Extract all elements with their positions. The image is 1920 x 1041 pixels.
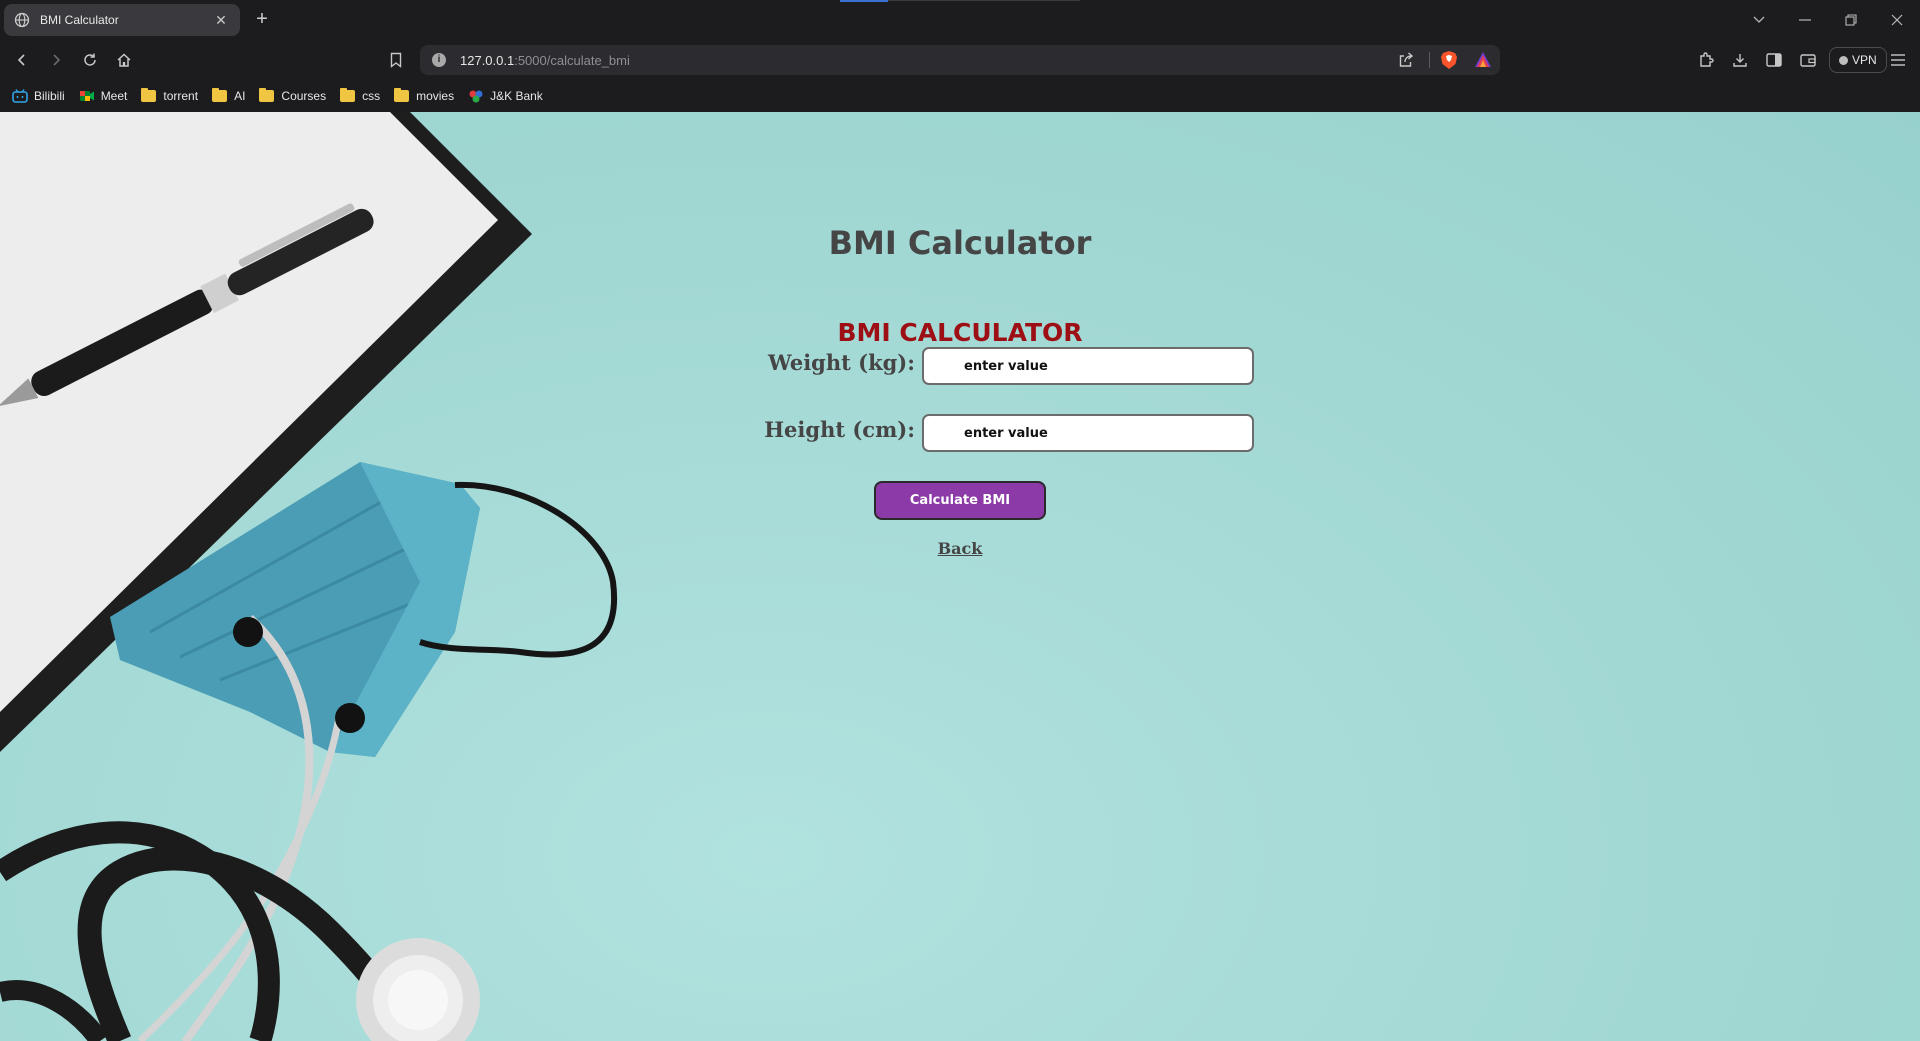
- loading-indicator: [840, 0, 888, 2]
- extensions-icon[interactable]: [1694, 48, 1718, 72]
- height-label: Height (cm):: [764, 417, 915, 442]
- folder-icon: [212, 88, 228, 103]
- height-input[interactable]: [922, 414, 1254, 452]
- bookmark-label: Meet: [100, 89, 128, 103]
- bookmark-folder-movies[interactable]: movies: [394, 88, 455, 103]
- loading-track: [888, 0, 1080, 1]
- sidebar-icon[interactable]: [1762, 48, 1786, 72]
- tab-strip: BMI Calculator ✕ +: [0, 0, 1920, 40]
- bookmark-label: Courses: [281, 89, 327, 103]
- bookmark-label: torrent: [163, 89, 199, 103]
- new-tab-button[interactable]: +: [250, 8, 274, 32]
- folder-icon: [394, 88, 410, 103]
- bookmark-label: css: [362, 89, 381, 103]
- folder-icon: [141, 88, 157, 103]
- calculate-bmi-button[interactable]: Calculate BMI: [874, 481, 1046, 520]
- share-icon[interactable]: [1398, 52, 1414, 68]
- back-link[interactable]: Back: [938, 539, 983, 558]
- jk-bank-icon: [468, 89, 484, 103]
- tab-title: BMI Calculator: [40, 13, 119, 27]
- restore-window-icon[interactable]: [1828, 0, 1874, 40]
- bookmark-label: movies: [416, 89, 455, 103]
- globe-icon: [14, 12, 30, 28]
- bookmark-meet[interactable]: Meet: [79, 89, 128, 103]
- menu-icon[interactable]: [1886, 48, 1910, 72]
- bookmark-page-icon[interactable]: [384, 48, 408, 72]
- bookmark-bilibili[interactable]: Bilibili: [12, 89, 65, 103]
- brave-shields-icon[interactable]: [1440, 50, 1458, 70]
- url-text[interactable]: 127.0.0.1:5000/calculate_bmi: [460, 53, 630, 68]
- bookmark-folder-torrent[interactable]: torrent: [141, 88, 199, 103]
- back-arrow-icon[interactable]: [10, 48, 34, 72]
- vpn-label: VPN: [1852, 53, 1877, 67]
- url-separator: [1429, 52, 1430, 68]
- bookmark-folder-ai[interactable]: AI: [212, 88, 246, 103]
- minimize-window-icon[interactable]: [1782, 0, 1828, 40]
- bookmark-folder-css[interactable]: css: [340, 88, 381, 103]
- meet-icon: [79, 89, 95, 103]
- page-title: BMI Calculator: [828, 224, 1092, 262]
- vpn-status-icon: [1839, 55, 1848, 65]
- home-icon[interactable]: [112, 48, 136, 72]
- close-window-icon[interactable]: [1874, 0, 1920, 40]
- bookmark-label: AI: [234, 89, 246, 103]
- url-path: :5000/calculate_bmi: [514, 52, 630, 68]
- navigation-bar: i 127.0.0.1:5000/calculate_bmi VPN: [0, 40, 1920, 80]
- vpn-button[interactable]: VPN: [1829, 47, 1887, 73]
- close-tab-icon[interactable]: ✕: [212, 12, 230, 29]
- bilibili-icon: [12, 89, 28, 103]
- tab-bmi-calculator[interactable]: BMI Calculator ✕: [4, 4, 240, 36]
- bookmark-label: Bilibili: [34, 89, 65, 103]
- bookmark-folder-courses[interactable]: Courses: [259, 88, 327, 103]
- download-icon[interactable]: [1728, 48, 1752, 72]
- tab-search-chevron-icon[interactable]: [1736, 0, 1782, 40]
- brave-rewards-icon[interactable]: [1474, 51, 1492, 69]
- bookmark-label: J&K Bank: [490, 89, 543, 103]
- folder-icon: [340, 88, 356, 103]
- url-host: 127.0.0.1: [460, 52, 515, 68]
- site-info-icon[interactable]: i: [432, 53, 446, 67]
- form-title: BMI CALCULATOR: [837, 318, 1083, 347]
- forward-arrow-icon[interactable]: [44, 48, 68, 72]
- bookmark-jk-bank[interactable]: J&K Bank: [468, 89, 543, 103]
- bookmarks-bar: Bilibili Meet torrent AI Courses css mov…: [0, 80, 1920, 112]
- address-bar[interactable]: i 127.0.0.1:5000/calculate_bmi: [420, 45, 1500, 75]
- wallet-icon[interactable]: [1796, 48, 1820, 72]
- reload-icon[interactable]: [78, 48, 102, 72]
- page-viewport: BMI Calculator BMI CALCULATOR Weight (kg…: [0, 112, 1920, 1041]
- weight-label: Weight (kg):: [767, 350, 915, 375]
- folder-icon: [259, 88, 275, 103]
- weight-input[interactable]: [922, 347, 1254, 385]
- back-link-row: Back: [0, 539, 1920, 558]
